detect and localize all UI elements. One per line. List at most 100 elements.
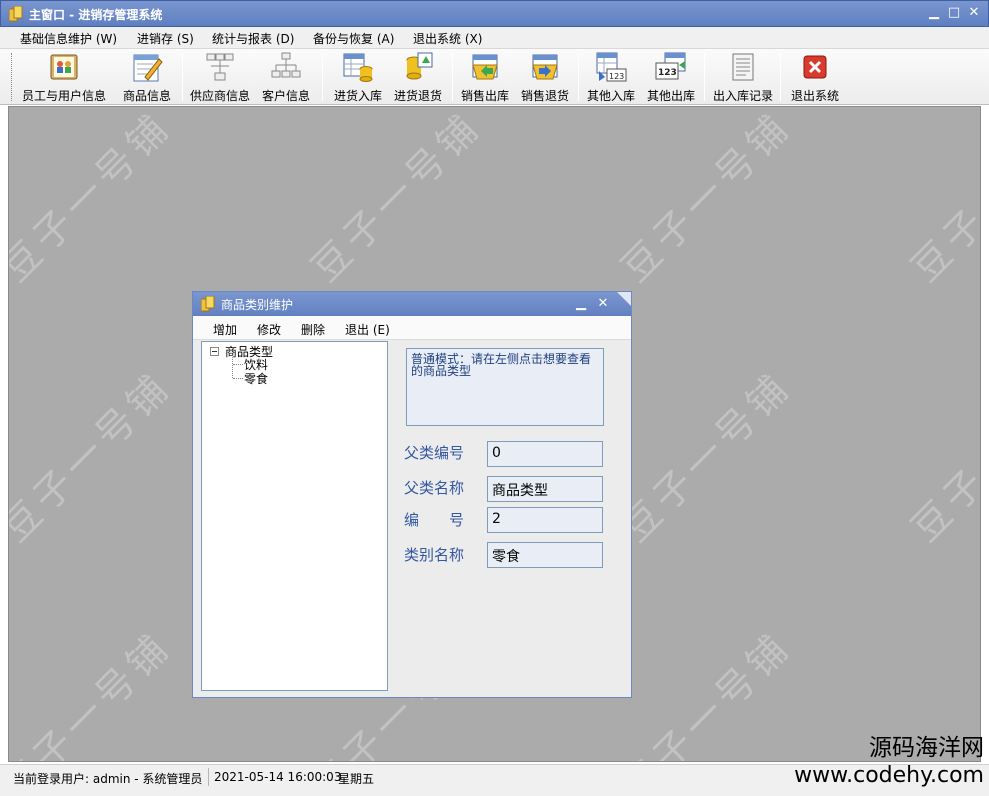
toolbar-label: 供应商信息 [189,89,250,103]
child-titlebar[interactable]: 商品类别维护 ▁ ✕ [193,292,631,316]
category-maintenance-window[interactable]: 商品类别维护 ▁ ✕ 增加 修改 删除 退出 (E) 商品类型 饮料 零食 普通… [192,291,632,698]
toolbar-label: 出入库记录 [712,89,773,103]
watermark: 豆子一号铺 [903,106,981,291]
toolbar-label: 销售退货 [520,89,569,103]
tree-line [232,357,233,378]
main-titlebar[interactable]: 主窗口 - 进销存管理系统 ▁ □ ✕ [0,0,989,27]
toolbar-label: 其他出库 [646,89,695,103]
other-out-icon: 123 [655,52,686,80]
records-icon [732,53,754,81]
customer-tree-icon [271,52,301,78]
watermark: 豆子一号铺 [303,106,490,291]
menu-delete[interactable]: 删除 [301,321,325,338]
menu-backup[interactable]: 备份与恢复 (A) [313,30,394,47]
minimize-icon[interactable]: ▁ [573,295,589,313]
brand-watermark: 源码海洋网 www.codehy.com [794,735,984,789]
sales-return-icon [532,54,558,80]
app-icon [9,6,23,22]
app-icon [201,296,215,312]
brand-url: www.codehy.com [794,763,984,788]
category-name-label: 类别名称 [404,546,465,564]
brand-name: 源码海洋网 [869,735,984,761]
tree-line [233,364,243,365]
parent-id-label: 父类编号 [404,444,465,462]
toolbar-label: 商品信息 [122,89,171,103]
svg-text:123: 123 [609,72,624,81]
menu-edit[interactable]: 修改 [257,321,281,338]
toolbar-records-button[interactable]: 出入库记录 [710,51,776,103]
toolbar-sales-return-button[interactable]: 销售退货 [518,51,572,103]
status-weekday: 星期五 [338,772,375,786]
category-tree[interactable]: 商品类型 饮料 零食 [201,341,388,691]
status-user: 当前登录用户: admin - 系统管理员 [13,772,203,786]
id-label: 编 号 [404,511,465,529]
menu-basic-info[interactable]: 基础信息维护 (W) [20,30,117,47]
toolbar-separator [578,53,579,101]
toolbar-employee-users-button[interactable]: 员工与用户信息 [20,51,108,103]
close-icon[interactable]: ✕ [966,4,982,22]
watermark: 豆子一号铺 [613,623,800,762]
close-icon[interactable]: ✕ [595,295,611,313]
toolbar-separator [452,53,453,101]
watermark: 豆子一号铺 [903,363,981,551]
toolbar-label: 客户信息 [261,89,310,103]
toolbar-label: 销售出库 [460,89,509,103]
toolbar-grip[interactable] [11,53,13,101]
toolbar-product-button[interactable]: 商品信息 [118,51,176,103]
parent-id-field[interactable]: 0 [487,441,603,467]
toolbar-customer-button[interactable]: 客户信息 [258,51,314,103]
minimize-icon[interactable]: ▁ [926,4,942,22]
maximize-icon[interactable]: □ [946,4,962,22]
menu-add[interactable]: 增加 [213,321,237,338]
tree-node[interactable]: 零食 [244,370,268,387]
toolbar-separator [182,53,183,101]
menu-reports[interactable]: 统计与报表 (D) [212,30,294,47]
toolbar-other-in-button[interactable]: 123 其他入库 [584,51,638,103]
tree-line [233,378,243,379]
parent-name-field[interactable]: 商品类型 [487,476,603,502]
watermark: 豆子一号铺 [613,106,800,291]
svg-text:123: 123 [658,68,677,78]
mode-hint: 普通模式：请在左侧点击想要查看的商品类型 [406,348,604,426]
window-corner [617,292,631,306]
child-window-title: 商品类别维护 [221,298,294,312]
watermark: 豆子一号铺 [613,363,800,551]
toolbar-stock-return-button[interactable]: 进货退货 [390,51,446,103]
watermark: 豆子一号铺 [8,623,180,762]
menu-exit[interactable]: 退出 (E) [345,321,390,338]
child-menubar: 增加 修改 删除 退出 (E) [193,316,631,340]
edit-sheet-icon [133,54,163,82]
collapse-icon[interactable] [210,347,219,356]
toolbar-supplier-button[interactable]: 供应商信息 [188,51,252,103]
stock-return-icon [406,52,433,80]
main-menubar: 基础信息维护 (W) 进销存 (S) 统计与报表 (D) 备份与恢复 (A) 退… [0,27,989,49]
watermark: 豆子一号铺 [8,106,180,291]
status-datetime: 2021-05-14 16:00:03 [214,770,342,784]
toolbar-separator [704,53,705,101]
menu-exit[interactable]: 退出系统 (X) [413,30,482,47]
toolbar-stock-in-button[interactable]: 进货入库 [330,51,386,103]
main-toolbar: 员工与用户信息 商品信息 供应商信息 客户信息 进货入库 进货退货 销售出库 销… [0,49,989,105]
watermark: 豆子一号铺 [8,363,180,551]
parent-name-label: 父类名称 [404,479,465,497]
supplier-tree-icon [206,53,234,81]
toolbar-label: 退出系统 [790,89,839,103]
toolbar-other-out-button[interactable]: 123 其他出库 [644,51,698,103]
toolbar-sales-out-button[interactable]: 销售出库 [458,51,512,103]
category-name-field[interactable]: 零食 [487,542,603,568]
menu-inventory[interactable]: 进销存 (S) [137,30,194,47]
other-in-icon: 123 [596,52,627,82]
id-field[interactable]: 2 [487,507,603,533]
users-book-icon [50,54,78,80]
window-title: 主窗口 - 进销存管理系统 [29,8,163,22]
toolbar-label: 员工与用户信息 [21,89,106,103]
sales-out-icon [472,54,498,80]
exit-icon [803,55,827,79]
toolbar-label: 其他入库 [586,89,635,103]
toolbar-label: 进货入库 [333,89,382,103]
toolbar-separator [322,53,323,101]
stock-in-icon [343,53,373,82]
toolbar-separator [780,53,781,101]
toolbar-exit-button[interactable]: 退出系统 [786,51,844,103]
status-divider [208,768,209,786]
